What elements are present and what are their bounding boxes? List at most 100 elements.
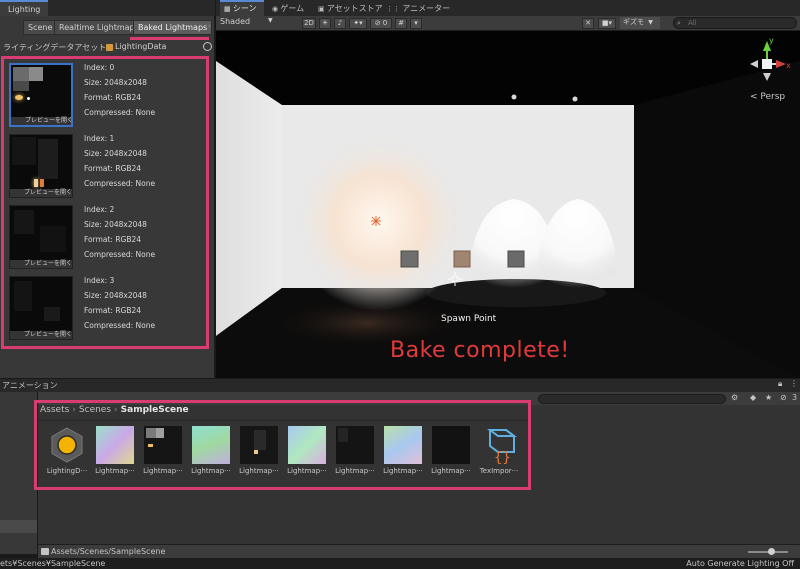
bake-complete-message: Bake complete! [390,338,570,363]
tab-asset-store-label: アセットストア [326,4,383,13]
filter-type-icon[interactable]: ⚙ [731,393,738,402]
lightmap-index: Index: 1 [84,134,115,143]
lightmap-format: Format: RGB24 [84,235,142,244]
scene-render: y x [216,31,800,378]
folder-icon [41,548,49,555]
lightmap-format: Format: RGB24 [84,164,142,173]
tab-game-label: ゲーム [280,4,305,13]
gizmos-label: ギズモ [623,18,644,26]
object-picker-icon[interactable] [203,42,212,51]
grid-toggle-icon[interactable]: # [395,18,407,29]
lightmap-entry: プレビューを開く Index: 1 Size: 2048x2048 Format… [9,134,199,201]
status-path: ets¥Scenes¥SampleScene [0,559,106,568]
lightmap-thumbnail[interactable]: プレビューを開く [9,205,73,269]
scene-search-input[interactable]: ⌕ All [673,17,797,29]
lightmap-size: Size: 2048x2048 [84,220,147,229]
open-preview-button[interactable]: プレビューを開く [10,331,72,339]
icon-size-slider-handle[interactable] [768,548,775,555]
scene-viewport[interactable]: y x < Persp Spawn Point Bake complete! [216,31,800,378]
axis-y-label: y [769,36,774,45]
open-preview-button[interactable]: プレビューを開く [11,117,71,125]
lightmap-compressed: Compressed: None [84,250,156,259]
lighting-tabbar: Lighting [0,0,215,16]
tab-animator-label: アニメーター [402,4,451,13]
label-filter-icon[interactable]: ◆ [750,393,756,402]
scene-search-placeholder: All [688,19,697,27]
tab-animation[interactable]: アニメーション [2,380,58,391]
lightmap-format: Format: RGB24 [84,93,142,102]
tab-lighting[interactable]: Lighting [0,0,48,16]
scene-tabbar: ▦ シーン ◉ ゲーム ▣ アセットストア ⋮⋮ アニメーター [216,0,800,16]
2d-toggle[interactable]: 2D [302,18,316,29]
lightmap-thumbnail[interactable]: プレビューを開く [9,134,73,198]
bottom-tabbar: アニメーション 🔒︎ ⋮ [0,379,800,392]
search-icon: ⌕ [677,19,681,27]
camera-icon[interactable]: ■▾ [598,18,616,29]
store-icon: ▣ [318,5,327,13]
tools-icon[interactable]: ✕ [582,18,594,29]
lightmap-info: Index: 2 Size: 2048x2048 Format: RGB24 C… [84,205,155,265]
lightmap-thumbnail[interactable]: プレビューを開く [9,276,73,340]
lightmap-index: Index: 3 [84,276,115,285]
spawn-point-label: Spawn Point [441,314,497,324]
lightmap-entry: プレビューを開く Index: 2 Size: 2048x2048 Format… [9,205,199,272]
lighting-data-asset-row: ライティングデータアセット LightingData [0,41,215,54]
lightmap-entry: プレビューを開く Index: 3 Size: 2048x2048 Format… [9,276,199,343]
lighting-tab-label: Lighting [8,5,41,14]
lighting-data-icon [106,44,113,51]
project-path-bar: Assets/Scenes/SampleScene [38,544,800,558]
baked-lightmaps-list: プレビューを開く Index: 0 Size: 2048x2048 Format… [1,56,209,349]
lightmap-info: Index: 3 Size: 2048x2048 Format: RGB24 C… [84,276,155,336]
lightmap-entry: プレビューを開く Index: 0 Size: 2048x2048 Format… [9,63,199,130]
status-bar: ets¥Scenes¥SampleScene Auto Generate Lig… [0,558,800,569]
gizmos-dropdown[interactable]: ギズモ ▼ [620,17,660,29]
subtab-realtime-lightmaps[interactable]: Realtime Lightmaps [54,20,144,35]
selected-folder[interactable] [0,520,37,533]
hidden-objects-icon[interactable]: ⊘ 0 [370,18,392,29]
project-search-input[interactable] [538,394,726,404]
lightmap-size: Size: 2048x2048 [84,291,147,300]
effects-toggle-icon[interactable]: ✦▾ [349,18,367,29]
lightmap-size: Size: 2048x2048 [84,78,147,87]
tab-highlight-marker [130,37,209,40]
animator-icon: ⋮⋮ [386,5,403,13]
hidden-packages-icon[interactable]: ⊘ [780,393,787,402]
lightmap-info: Index: 1 Size: 2048x2048 Format: RGB24 C… [84,134,155,194]
audio-toggle-icon[interactable]: ♪ [334,18,346,29]
tab-asset-store[interactable]: ▣ アセットストア [314,0,383,16]
auto-generate-lighting-status[interactable]: Auto Generate Lighting Off [686,559,794,568]
tab-scene-label: シーン [232,4,257,13]
project-path: Assets/Scenes/SampleScene [51,547,166,556]
scene-toolbar: Shaded ▼ 2D ☀ ♪ ✦▾ ⊘ 0 # ▾ ✕ ■▾ ギズモ ▼ ⌕ … [216,16,800,31]
more-options-icon[interactable]: ▾ [410,18,422,29]
lightmap-info: Index: 0 Size: 2048x2048 Format: RGB24 C… [84,63,155,123]
lightmap-format: Format: RGB24 [84,306,142,315]
assets-highlight-box [34,400,531,490]
chevron-down-icon: ▼ [268,17,273,24]
lightmap-compressed: Compressed: None [84,179,156,188]
lightmap-compressed: Compressed: None [84,108,156,117]
lightmap-size: Size: 2048x2048 [84,149,147,158]
lighting-data-asset-label: ライティングデータアセット [3,43,107,52]
tab-animator[interactable]: ⋮⋮ アニメーター [382,0,450,16]
lock-icon[interactable]: 🔒︎ [778,379,782,389]
more-options-icon[interactable]: ⋮ [790,379,798,388]
package-count-badge: 3 [792,393,798,402]
open-preview-button[interactable]: プレビューを開く [10,189,72,197]
open-preview-button[interactable]: プレビューを開く [10,260,72,268]
lightmap-thumbnail[interactable]: プレビューを開く [9,63,73,127]
chevron-down-icon: ▼ [648,19,653,26]
subtab-baked-lightmaps[interactable]: Baked Lightmaps [133,20,213,35]
shading-mode-dropdown[interactable]: Shaded ▼ [218,17,278,29]
lighting-data-asset-value: LightingData [115,42,167,51]
lightmap-index: Index: 2 [84,205,115,214]
tab-game[interactable]: ◉ ゲーム [268,0,304,16]
subtab-scene[interactable]: Scene [23,20,58,35]
favorite-icon[interactable]: ★ [765,393,772,402]
projection-label[interactable]: < Persp [750,92,785,102]
point-light-gizmo [371,216,381,226]
lighting-toggle-icon[interactable]: ☀ [319,18,331,29]
tab-scene[interactable]: ▦ シーン [220,0,264,16]
axis-x-label: x [786,61,791,70]
scroll-right-icon[interactable]: › [208,22,213,32]
